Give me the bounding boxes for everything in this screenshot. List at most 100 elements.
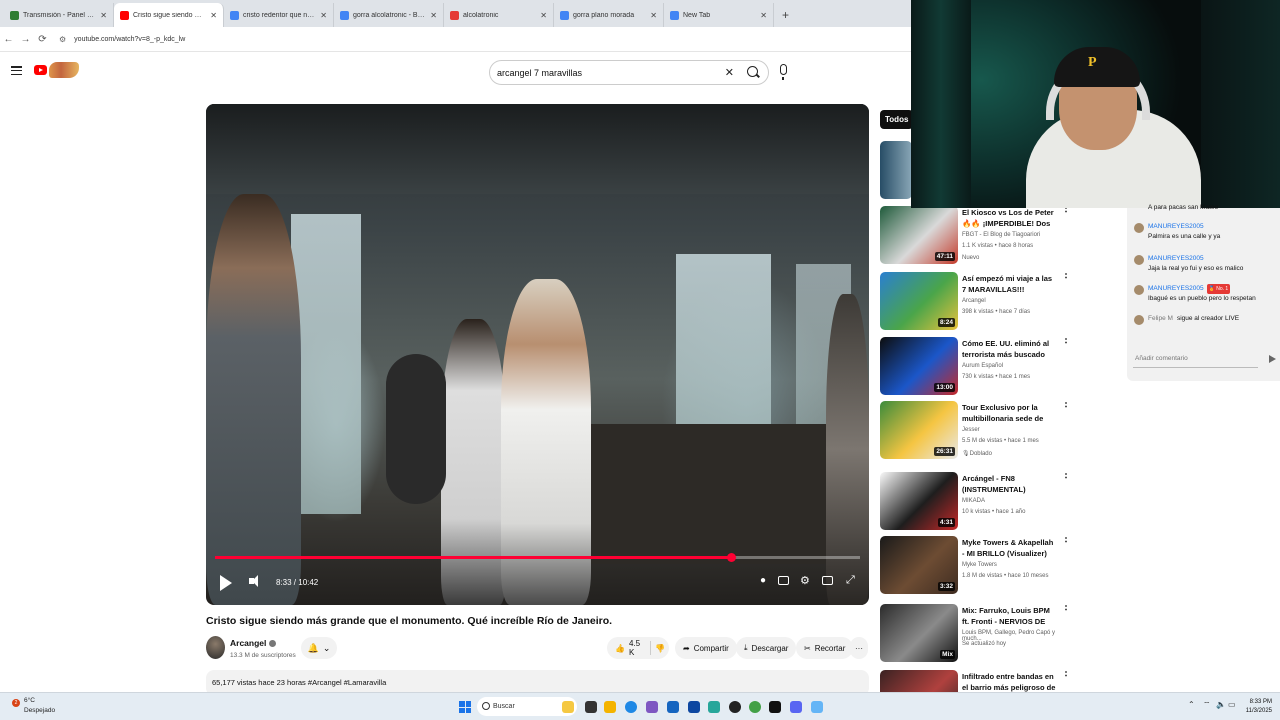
youtube-logo-icon[interactable] bbox=[34, 65, 47, 75]
recommendation-thumbnail: 3:32 bbox=[880, 536, 958, 594]
progress-scrubber[interactable] bbox=[727, 553, 736, 562]
chat-message[interactable]: MANUREYES2005 Jaja la real yo fui y eso e… bbox=[1134, 254, 1274, 274]
play-icon[interactable] bbox=[220, 575, 232, 591]
more-actions-button[interactable]: ··· bbox=[850, 637, 868, 659]
microphone-icon[interactable] bbox=[780, 64, 787, 80]
download-button[interactable]: ⤓ Descargar bbox=[736, 637, 797, 659]
tab-close-icon[interactable]: ✕ bbox=[650, 11, 657, 20]
video-player[interactable]: 8:33 / 10:42 ● ⚙ ⤢ bbox=[206, 104, 869, 605]
task-view-icon[interactable] bbox=[585, 701, 597, 713]
more-options-icon[interactable]: ⋮ bbox=[1061, 401, 1070, 409]
browser-tab[interactable]: New Tab ✕ bbox=[664, 3, 774, 27]
recommendation-meta: 398 k vistas • hace 7 días bbox=[962, 309, 1031, 315]
chrome-icon[interactable] bbox=[749, 701, 761, 713]
browser-tab[interactable]: Cristo sigue siendo más gra ✕ bbox=[114, 3, 224, 27]
progress-fill bbox=[215, 556, 731, 559]
tiktok-icon[interactable] bbox=[769, 701, 781, 713]
recommendation-item[interactable]: 47:11 El Kiosco vs Los de Peter 🔥🔥 ¡IMPER… bbox=[880, 206, 1070, 266]
more-options-icon[interactable]: ⋮ bbox=[1061, 337, 1070, 345]
tab-close-icon[interactable]: ✕ bbox=[210, 11, 217, 20]
browser-tab[interactable]: gorra alcolatronic - Buscar con ✕ bbox=[334, 3, 444, 27]
search-input[interactable]: arcangel 7 maravillas ✕ bbox=[489, 60, 769, 85]
recommendation-item[interactable]: 13:00 Cómo EE. UU. eliminó al terrorista … bbox=[880, 337, 1070, 397]
recommendation-item[interactable]: Infiltrado entre bandas en el barrio más… bbox=[880, 670, 1070, 692]
browser-tab[interactable]: cristo redentor que numero de✕ bbox=[224, 3, 334, 27]
more-options-icon[interactable]: ⋮ bbox=[1061, 604, 1070, 612]
chat-message[interactable]: MANUREYES2005 Palmira es una calle y ya bbox=[1134, 222, 1274, 242]
discord-icon[interactable] bbox=[790, 701, 802, 713]
back-icon[interactable]: ← bbox=[0, 34, 17, 45]
chat-message[interactable]: Felipe Msigue al creador LIVE bbox=[1134, 314, 1274, 325]
url-field[interactable]: ⚙ youtube.com/watch?v=8_-p_kdc_lw bbox=[59, 30, 903, 48]
more-options-icon[interactable]: ⋮ bbox=[1061, 272, 1070, 280]
fullscreen-icon[interactable]: ⤢ bbox=[846, 574, 855, 587]
recommendation-meta: 5.5 M de vistas • hace 1 mes bbox=[962, 438, 1039, 444]
clip-button[interactable]: ✂ Recortar bbox=[796, 637, 854, 659]
send-icon[interactable] bbox=[1269, 355, 1276, 363]
forward-icon[interactable]: → bbox=[17, 34, 34, 45]
weather-widget[interactable]: 2 6°C Despejado bbox=[12, 696, 55, 716]
settings-icon[interactable]: ⚙ bbox=[800, 574, 810, 587]
channel-avatar[interactable] bbox=[206, 636, 225, 659]
recommendation-item[interactable]: Mix Mix: Farruko, Louis BPM ft. Fronti - … bbox=[880, 604, 1070, 664]
share-button[interactable]: ➦ Compartir bbox=[675, 637, 737, 659]
file-explorer-icon[interactable] bbox=[604, 701, 616, 713]
new-tab-button[interactable]: + bbox=[782, 8, 789, 22]
tab-close-icon[interactable]: ✕ bbox=[100, 11, 107, 20]
obs-icon[interactable] bbox=[729, 701, 741, 713]
clear-search-icon[interactable]: ✕ bbox=[725, 66, 734, 79]
volume-icon[interactable] bbox=[249, 575, 258, 587]
taskbar-clock[interactable]: 8:33 PM 11/3/2025 bbox=[1240, 698, 1272, 716]
scene-counter bbox=[586, 424, 826, 564]
youtube-doodle[interactable] bbox=[49, 62, 79, 78]
tab-close-icon[interactable]: ✕ bbox=[760, 11, 767, 20]
site-info-icon[interactable]: ⚙ bbox=[59, 35, 66, 44]
share-label: Compartir bbox=[693, 643, 729, 653]
bell-icon: 🔔 bbox=[307, 642, 319, 653]
tab-close-icon[interactable]: ✕ bbox=[430, 11, 437, 20]
network-icon[interactable]: ⌔ bbox=[1203, 700, 1211, 710]
recommendation-item[interactable]: 3:32 Myke Towers & Akapellah - MI BRILLO … bbox=[880, 536, 1070, 596]
word-icon[interactable] bbox=[688, 701, 700, 713]
more-options-icon[interactable]: ⋮ bbox=[1061, 536, 1070, 544]
browser-tab[interactable]: alcolatronic ✕ bbox=[444, 3, 554, 27]
video-duration: Mix bbox=[940, 650, 955, 659]
widgets-icon[interactable] bbox=[562, 701, 574, 713]
browser-tab[interactable]: Transmisión - Panel de control ✕ bbox=[4, 3, 114, 27]
search-icon[interactable] bbox=[747, 66, 758, 77]
windows-start-icon[interactable] bbox=[459, 701, 471, 713]
channel-name[interactable]: Arcangel bbox=[230, 638, 277, 648]
subtitles-icon[interactable] bbox=[778, 576, 789, 585]
app-icon[interactable] bbox=[708, 701, 720, 713]
chat-message[interactable]: MANUREYES2005 🏅 No. 1 Ibagué es un pueblo … bbox=[1134, 284, 1274, 304]
miniplayer-icon[interactable] bbox=[822, 576, 833, 585]
notifications-button[interactable]: 🔔 ⌄ bbox=[301, 637, 337, 659]
edge-icon[interactable] bbox=[625, 701, 637, 713]
recommendation-item[interactable]: 26:31 Tour Exclusivo por la multibillonar… bbox=[880, 401, 1070, 461]
pinned-app-icon[interactable] bbox=[811, 701, 823, 713]
more-options-icon[interactable]: ⋮ bbox=[1061, 670, 1070, 678]
chat-input[interactable]: Añadir comentario bbox=[1133, 350, 1258, 368]
recommendation-thumbnail: Mix bbox=[880, 604, 958, 662]
recommendation-item[interactable]: 4:31 Arcángel - FN8 (INSTRUMENTAL) MIKADA 1… bbox=[880, 472, 1070, 532]
recommendation-item[interactable]: 8:24 Así empezó mi viaje a las 7 MARAVILL… bbox=[880, 272, 1070, 332]
browser-tab[interactable]: gorra plano morada ✕ bbox=[554, 3, 664, 27]
recommendation-meta: 1.1 K vistas • hace 8 horas bbox=[962, 243, 1034, 249]
like-button[interactable]: 👍 4.5 K 👎 bbox=[607, 637, 669, 659]
app-l-icon[interactable] bbox=[667, 701, 679, 713]
filter-chip-todos[interactable]: Todos bbox=[880, 110, 914, 129]
progress-bar[interactable] bbox=[215, 553, 860, 562]
live-chat-overlay: A para pacas san Mateo MANUREYES2005 Palm… bbox=[1127, 204, 1280, 381]
reload-icon[interactable]: ⟳ bbox=[34, 34, 51, 45]
tab-close-icon[interactable]: ✕ bbox=[540, 11, 547, 20]
store-icon[interactable] bbox=[646, 701, 658, 713]
autoplay-toggle-icon[interactable]: ● bbox=[760, 575, 766, 586]
battery-icon[interactable]: ▭ bbox=[1228, 700, 1236, 709]
speaker-icon[interactable]: 🔈 bbox=[1216, 700, 1226, 709]
more-options-icon[interactable]: ⋮ bbox=[1061, 472, 1070, 480]
tray-chevron-icon[interactable]: ⌃ bbox=[1188, 700, 1195, 709]
dislike-icon[interactable]: 👎 bbox=[655, 644, 665, 653]
tab-favicon-icon bbox=[560, 10, 569, 20]
tab-close-icon[interactable]: ✕ bbox=[320, 11, 327, 20]
menu-icon[interactable] bbox=[11, 66, 22, 75]
